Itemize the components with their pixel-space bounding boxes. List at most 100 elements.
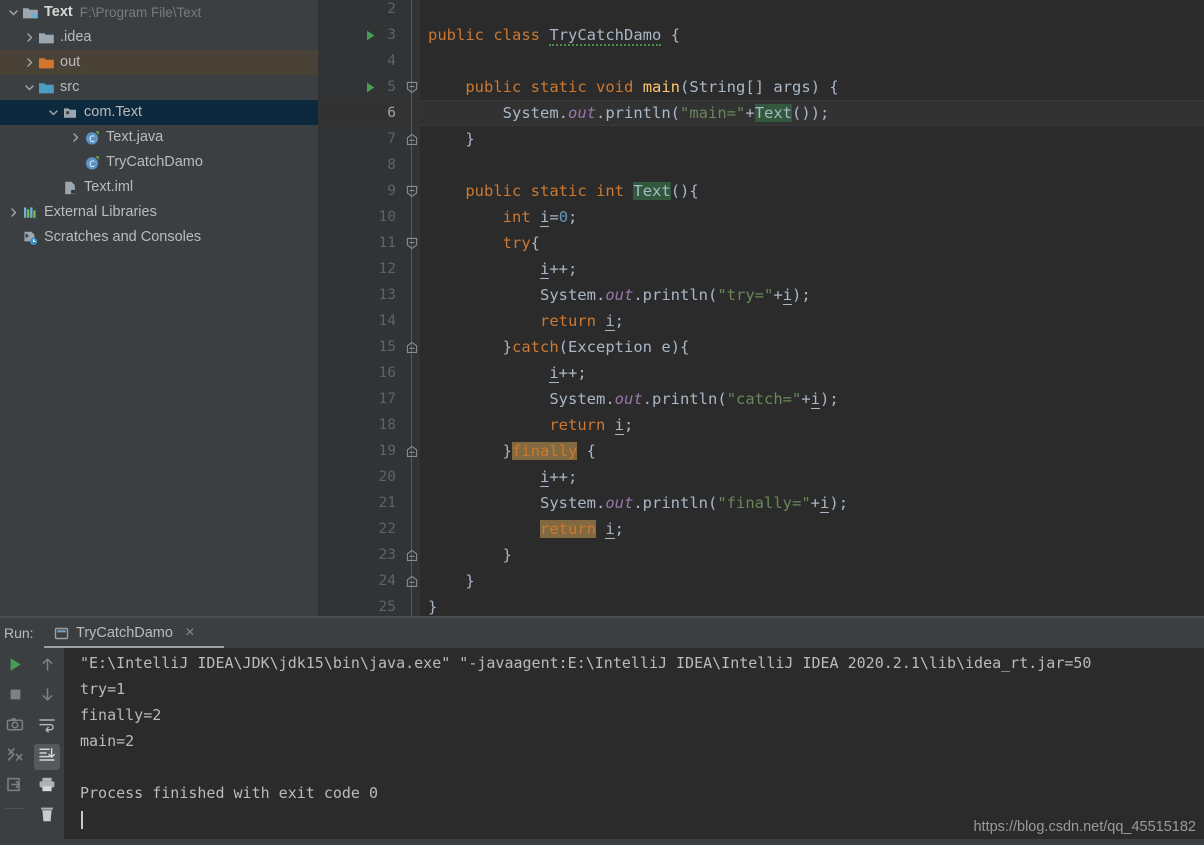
- line-number: 13: [378, 287, 396, 303]
- folder-orange-icon: [36, 50, 56, 75]
- tree-item-out[interactable]: out: [0, 50, 318, 75]
- code-line: }: [465, 130, 475, 148]
- line-number: 18: [378, 417, 396, 433]
- package-icon: [60, 100, 80, 125]
- clear-all-button[interactable]: [34, 804, 60, 830]
- tree-item-trycatchdamo[interactable]: C TryCatchDamo: [0, 150, 318, 175]
- line-number: 16: [378, 365, 396, 381]
- next-occurrence-button[interactable]: [34, 684, 60, 710]
- code-line: return i;: [549, 416, 634, 435]
- code-text-area[interactable]: public class TryCatchDamo { public stati…: [420, 0, 1204, 618]
- screenshot-button[interactable]: [2, 714, 28, 740]
- fold-marker-open[interactable]: [404, 178, 420, 204]
- line-number: 23: [378, 547, 396, 563]
- play-icon: [7, 656, 24, 678]
- tree-item-label: out: [60, 54, 81, 70]
- soft-wrap-button[interactable]: [34, 714, 60, 740]
- project-tool-window[interactable]: Text F:\Program File\Text .idea out src com.T…: [0, 0, 318, 618]
- tree-item-label: .idea: [60, 29, 92, 45]
- code-line: }: [502, 546, 512, 564]
- svg-text:C: C: [89, 134, 95, 144]
- line-number: 15: [378, 339, 396, 355]
- run-gutter-icon[interactable]: [362, 74, 378, 100]
- chevron-down-icon[interactable]: [22, 75, 36, 100]
- chevron-down-icon[interactable]: [6, 0, 20, 25]
- chevron-right-icon[interactable]: [22, 50, 36, 75]
- printer-icon: [38, 776, 56, 798]
- console-line: try=1: [80, 680, 126, 698]
- tree-item-label: Text: [44, 4, 73, 20]
- line-number: 17: [378, 391, 396, 407]
- svg-text:C: C: [89, 159, 95, 169]
- tree-item-text-java[interactable]: C Text.java: [0, 125, 318, 150]
- console-caret: [81, 811, 83, 829]
- arrow-up-icon: [39, 656, 56, 678]
- close-icon[interactable]: ×: [183, 624, 197, 641]
- code-editor[interactable]: 2 3 4 5 6 7 8 9 10 11 12 13 14 15 16 17 18 19 20 21 22 23 24 25…: [318, 0, 1204, 618]
- line-number: 24: [378, 573, 396, 589]
- line-number: 6: [387, 105, 396, 121]
- run-toolbar-secondary: [30, 648, 64, 845]
- arrow-down-icon: [39, 686, 56, 708]
- line-number: 9: [387, 183, 396, 199]
- console-line: main=2: [80, 732, 135, 750]
- toolbar-separator: [5, 808, 25, 809]
- java-class-icon: C: [82, 150, 102, 175]
- code-line: i++;: [539, 468, 578, 487]
- fold-marker-close[interactable]: [404, 438, 420, 464]
- tree-item-idea[interactable]: .idea: [0, 25, 318, 50]
- code-line: }catch(Exception e){: [502, 338, 690, 356]
- scratches-icon: [20, 225, 40, 250]
- fold-marker-close[interactable]: [404, 126, 420, 152]
- code-line: public static int Text(){: [465, 182, 699, 200]
- code-line: }: [465, 572, 475, 590]
- line-number: 14: [378, 313, 396, 329]
- libraries-icon: [20, 200, 40, 225]
- java-class-icon: C: [82, 125, 102, 150]
- run-gutter-icon[interactable]: [362, 22, 378, 48]
- code-line: int i=0;: [502, 208, 578, 227]
- prev-occurrence-button[interactable]: [34, 654, 60, 680]
- twisty-empty: [6, 225, 20, 250]
- tree-item-src[interactable]: src: [0, 75, 318, 100]
- camera-icon: [6, 716, 24, 738]
- folder-grey-icon: [36, 25, 56, 50]
- stop-button[interactable]: [2, 684, 28, 710]
- chevron-right-icon[interactable]: [6, 200, 20, 225]
- twisty-empty: [68, 150, 82, 175]
- line-number: 11: [378, 235, 396, 251]
- stop-icon: [7, 686, 24, 708]
- tree-item-text[interactable]: Text F:\Program File\Text: [0, 0, 318, 25]
- line-number: 25: [378, 599, 396, 615]
- tree-item-text-iml[interactable]: Text.iml: [0, 175, 318, 200]
- tree-item-scratches-and-consoles[interactable]: Scratches and Consoles: [0, 225, 318, 250]
- fold-marker-close[interactable]: [404, 542, 420, 568]
- run-tab-trycatchdamo[interactable]: TryCatchDamo ×: [52, 618, 197, 648]
- fold-marker-open[interactable]: [404, 230, 420, 256]
- line-number: 10: [378, 209, 396, 225]
- chevron-down-icon[interactable]: [46, 100, 60, 125]
- tree-item-com-text[interactable]: com.Text: [0, 100, 318, 125]
- export-icon: [7, 777, 21, 792]
- tree-item-label: Scratches and Consoles: [44, 229, 202, 245]
- tree-item-external-libraries[interactable]: External Libraries: [0, 200, 318, 225]
- fold-marker-close[interactable]: [404, 568, 420, 594]
- code-folding-strip[interactable]: [404, 0, 420, 618]
- play-icon: [10, 658, 21, 671]
- console-output[interactable]: "E:\IntelliJ IDEA\JDK\jdk15\bin\java.exe…: [64, 648, 1204, 839]
- editor-gutter[interactable]: 2 3 4 5 6 7 8 9 10 11 12 13 14 15 16 17 18 19 20 21 22 23 24 25: [318, 0, 437, 618]
- dump-threads-button[interactable]: [2, 744, 28, 770]
- fold-marker-open[interactable]: [404, 74, 420, 100]
- project-folder-icon: [20, 0, 40, 25]
- print-button[interactable]: [34, 774, 60, 800]
- fold-marker-close[interactable]: [404, 334, 420, 360]
- console-line: finally=2: [80, 706, 162, 724]
- code-line: i++;: [539, 260, 578, 279]
- rerun-button[interactable]: [2, 654, 28, 680]
- code-line: System.out.println("main="+Text());: [502, 104, 830, 122]
- export-button[interactable]: [2, 774, 28, 800]
- iml-file-icon: [60, 175, 80, 200]
- chevron-right-icon[interactable]: [68, 125, 82, 150]
- chevron-right-icon[interactable]: [22, 25, 36, 50]
- scroll-to-end-button[interactable]: [34, 744, 60, 770]
